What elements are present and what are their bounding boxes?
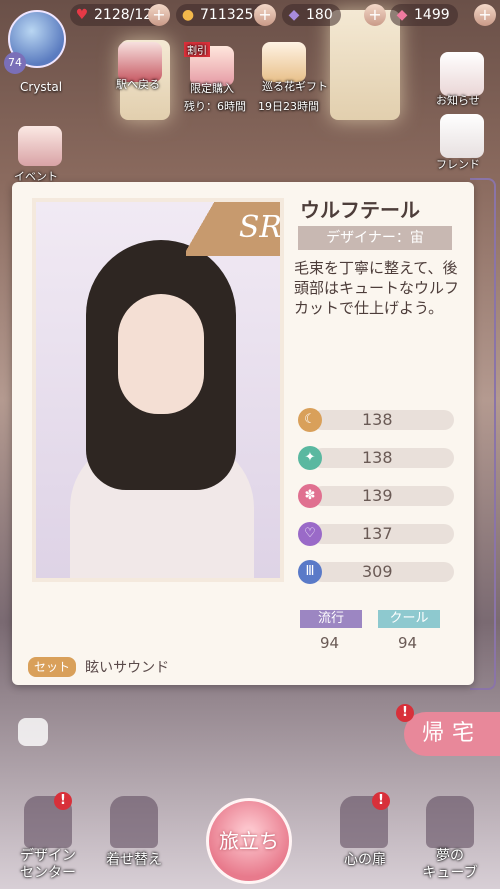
heart-icon: ♥ — [75, 7, 89, 23]
diamond-counter: ◆ 180 — [282, 4, 341, 26]
stat-row: ✽ 139 — [298, 484, 454, 508]
event-icon[interactable] — [18, 126, 62, 166]
heart-door-alert-badge: ! — [372, 792, 390, 810]
design-center-alert-badge: ! — [54, 792, 72, 810]
limited-purchase-label: 限定購入 — [190, 82, 234, 95]
gift-time-remaining: 19日23時間 — [258, 100, 319, 113]
player-name: Crystal — [20, 80, 63, 94]
fresh-stat-icon: ✦ — [298, 446, 322, 470]
stat-value: 139 — [362, 486, 393, 505]
flower-gift-icon[interactable] — [262, 42, 306, 82]
resource-bar: ♥ 2128/120 + ● 7113259 + ◆ 180 + ◆ 1499 … — [0, 0, 500, 32]
rarity-banner: SR — [186, 202, 282, 256]
pink-diamond-counter: ◆ 1499 — [390, 4, 458, 26]
add-stamina-button[interactable]: + — [148, 4, 170, 26]
stat-row: ☾ 138 — [298, 408, 454, 432]
item-portrait: SR — [32, 198, 284, 582]
depart-button[interactable]: 旅立ち — [206, 798, 292, 884]
elegant-stat-icon: ☾ — [298, 408, 322, 432]
item-title: ウルフテール — [300, 198, 420, 222]
style-tag-cool-value: 94 — [398, 634, 418, 652]
dream-cube-label: 夢の キューブ — [422, 848, 478, 881]
set-name: 眩いサウンド — [85, 659, 170, 676]
sexy-stat-icon: ♡ — [298, 522, 322, 546]
stat-value: 137 — [362, 524, 393, 543]
dressup-icon[interactable] — [110, 796, 158, 848]
style-tag-trend: 流行 — [300, 610, 362, 628]
set-info: セット 眩いサウンド — [28, 656, 170, 677]
discount-tag: 割引 — [184, 42, 210, 57]
stat-row: ✦ 138 — [298, 446, 454, 470]
player-level-badge: 74 — [4, 52, 26, 74]
style-tag-cool: クール — [378, 610, 440, 628]
pink-diamond-icon: ◆ — [396, 7, 408, 23]
stat-value: 138 — [362, 448, 393, 467]
stat-row: Ⅲ 309 — [298, 560, 454, 584]
item-description: 毛束を丁寧に整えて、後頭部はキュートなウルフカットで仕上げよう。 — [294, 259, 460, 317]
portrait-face — [118, 294, 204, 414]
home-alert-badge: ! — [396, 704, 414, 722]
warm-stat-icon: Ⅲ — [298, 560, 322, 584]
limited-time-remaining: 残り：6時間 — [184, 100, 246, 113]
heart-door-label: 心の扉 — [344, 852, 386, 868]
add-pink-diamond-button[interactable]: + — [474, 4, 496, 26]
sweet-stat-icon: ✽ — [298, 484, 322, 508]
flower-gift-label: 巡る花ギフト — [262, 80, 328, 93]
add-gold-button[interactable]: + — [254, 4, 276, 26]
designer-label: デザイナー：宙 — [298, 226, 452, 250]
stat-row: ♡ 137 — [298, 522, 454, 546]
stat-value: 138 — [362, 410, 393, 429]
stat-value: 309 — [362, 562, 393, 581]
coin-icon: ● — [181, 7, 195, 23]
news-label: お知らせ — [436, 94, 480, 107]
friend-label: フレンド — [436, 158, 480, 171]
dream-cube-icon[interactable] — [426, 796, 474, 848]
style-tag-trend-value: 94 — [320, 634, 340, 652]
home-button[interactable]: 帰宅 — [404, 712, 500, 756]
news-icon[interactable] — [440, 52, 484, 96]
chat-icon[interactable] — [18, 718, 48, 746]
set-label: セット — [28, 656, 77, 677]
diamond-icon: ◆ — [288, 7, 300, 23]
station-label: 駅へ戻る — [116, 78, 160, 91]
item-detail-card: SR ウルフテール デザイナー：宙 毛束を丁寧に整えて、後頭部はキュートなウルフ… — [12, 182, 474, 685]
design-center-label: デザイン センター — [20, 848, 76, 881]
friend-icon[interactable] — [440, 114, 484, 158]
dressup-label: 着せ替え — [106, 852, 162, 868]
rarity-label: SR — [238, 210, 282, 245]
add-diamond-button[interactable]: + — [364, 4, 386, 26]
